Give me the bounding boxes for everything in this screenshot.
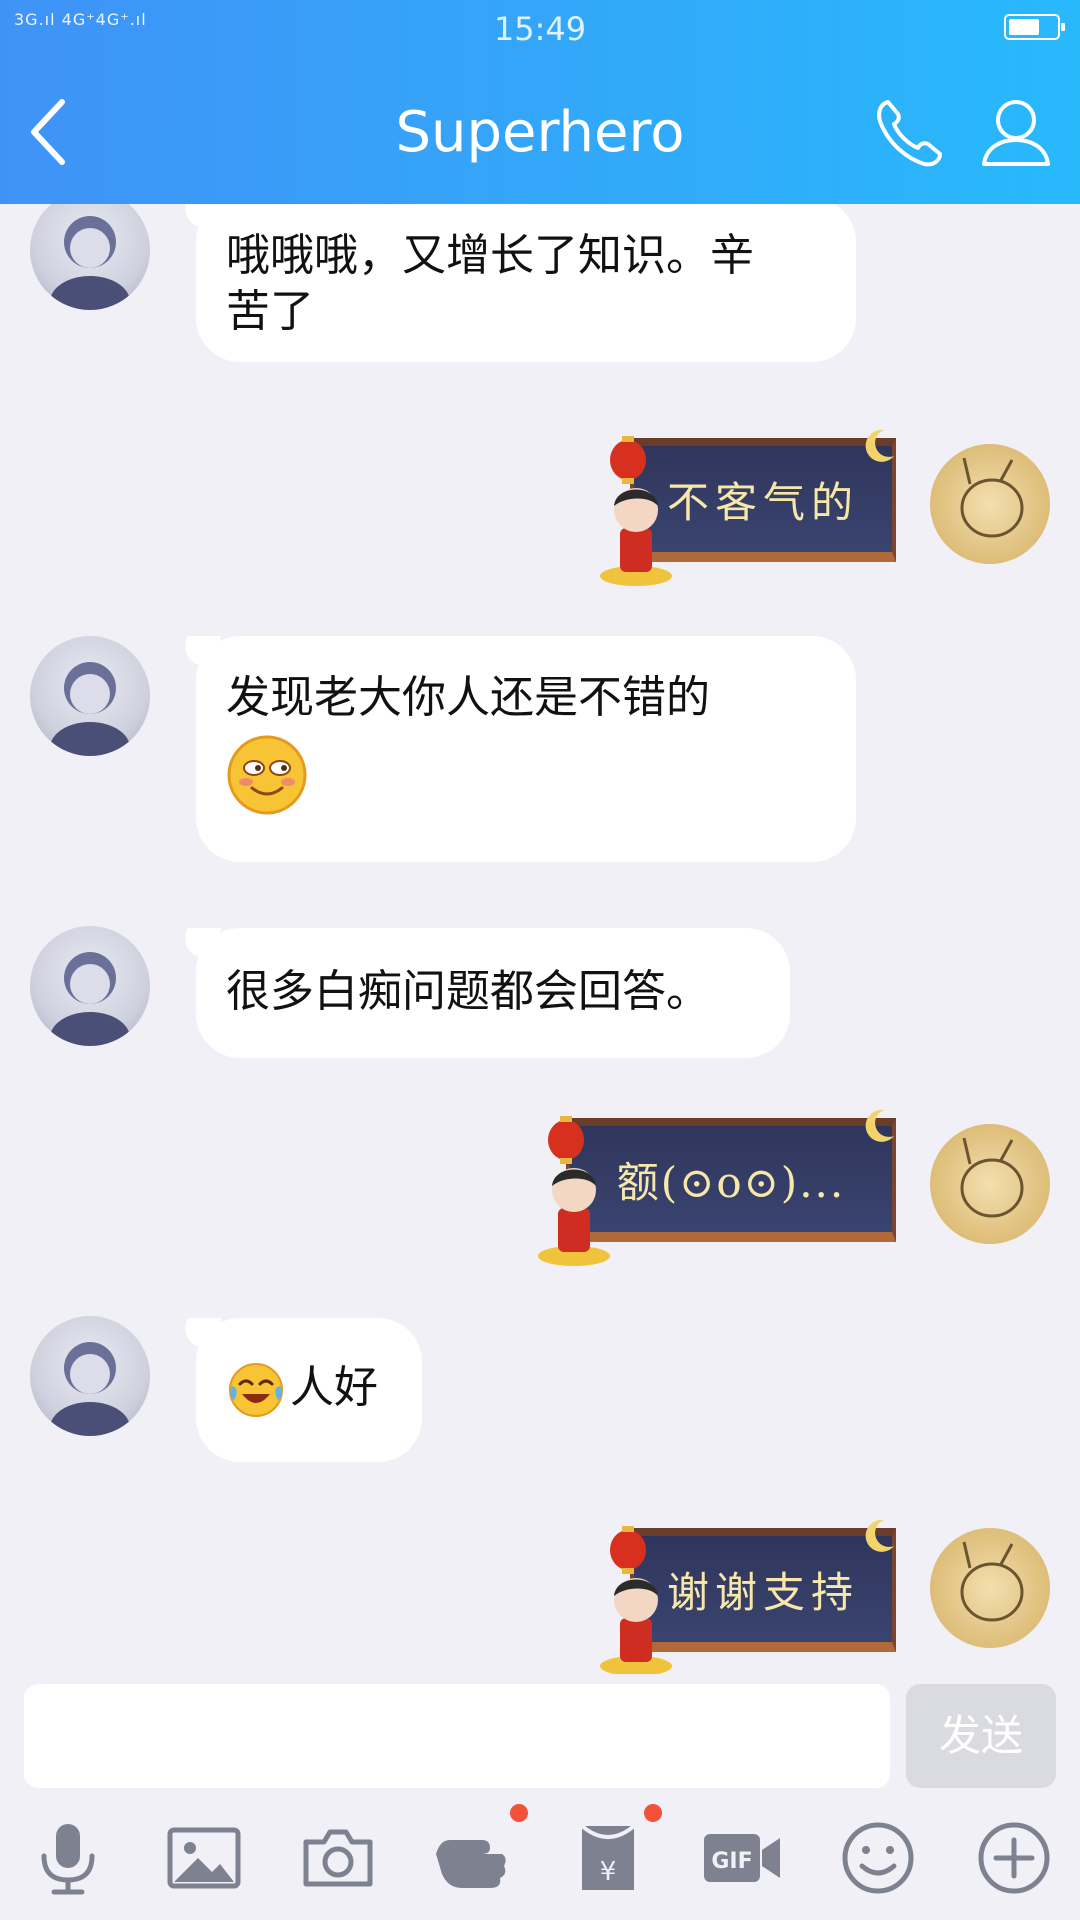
input-toolbar: ¥ GIF	[0, 1794, 1080, 1920]
sticker-message[interactable]: 谢谢支持	[600, 1519, 896, 1674]
contact-avatar[interactable]	[30, 1316, 150, 1436]
phone-call-icon[interactable]	[868, 92, 948, 172]
gif-icon[interactable]: GIF	[702, 1818, 782, 1898]
battery-icon	[1004, 14, 1065, 40]
message-text: 很多白痴问题都会回答。	[226, 966, 710, 1017]
contact-avatar[interactable]	[30, 636, 150, 756]
message-text: 发现老大你人还是不错的	[226, 672, 710, 723]
input-bar: 发送	[0, 1674, 1080, 1794]
poke-badge	[510, 1804, 528, 1822]
message-input[interactable]	[24, 1684, 890, 1788]
chat-header: 3G.ıl 4G⁺4G⁺.ıl 15:49 Superhero	[0, 0, 1080, 204]
message-bubble[interactable]: 很多白痴问题都会回答。	[196, 928, 790, 1058]
contact-avatar[interactable]	[30, 204, 150, 310]
plus-icon[interactable]	[974, 1818, 1054, 1898]
svg-text:GIF: GIF	[711, 1849, 752, 1874]
poke-icon[interactable]	[432, 1818, 512, 1898]
red-packet-icon[interactable]: ¥	[568, 1818, 648, 1898]
status-bar: 3G.ıl 4G⁺4G⁺.ıl 15:49	[0, 0, 1080, 58]
message-bubble[interactable]: 发现老大你人还是不错的	[196, 636, 856, 862]
my-avatar[interactable]	[930, 1528, 1050, 1648]
laugh-cry-emoji	[229, 1363, 283, 1417]
message-bubble[interactable]: 哦哦哦，又增长了知识。辛 苦了	[196, 204, 856, 362]
red-packet-badge	[644, 1804, 662, 1822]
message-text: 人好	[290, 1362, 378, 1413]
message-list[interactable]: 哦哦哦，又增长了知识。辛 苦了 不客气的 发现老大你人还是不错的 很多白痴问题都…	[0, 204, 1080, 1674]
my-avatar[interactable]	[930, 1124, 1050, 1244]
smile-blush-emoji	[227, 735, 307, 815]
svg-text:¥: ¥	[600, 1857, 617, 1887]
message-bubble[interactable]: 人好	[196, 1318, 422, 1462]
my-avatar[interactable]	[930, 444, 1050, 564]
message-text: 苦了	[226, 286, 314, 337]
send-button[interactable]: 发送	[906, 1684, 1056, 1788]
profile-icon[interactable]	[976, 92, 1056, 172]
sticker-message[interactable]: 额(⊙o⊙)...	[538, 1109, 896, 1266]
status-time: 15:49	[493, 10, 587, 48]
emoji-icon[interactable]	[838, 1818, 918, 1898]
message-text: 哦哦哦，又增长了知识。辛	[226, 230, 754, 281]
contact-avatar[interactable]	[30, 926, 150, 1046]
image-icon[interactable]	[164, 1818, 244, 1898]
camera-icon[interactable]	[298, 1818, 378, 1898]
sticker-text: 额(⊙o⊙)...	[566, 1118, 896, 1242]
microphone-icon[interactable]	[28, 1818, 108, 1898]
sticker-message[interactable]: 不客气的	[600, 429, 896, 586]
